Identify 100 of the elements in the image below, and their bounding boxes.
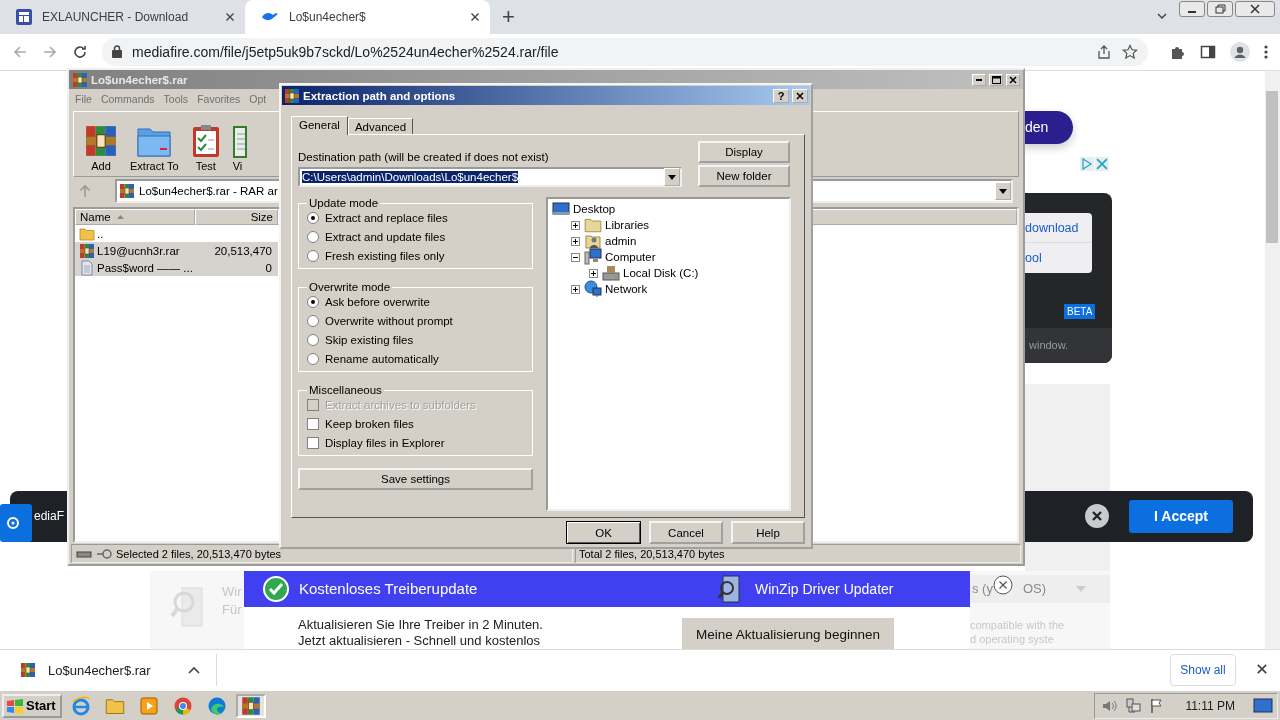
toolbar-button[interactable]: Test [190, 124, 221, 172]
close-icon[interactable] [1085, 504, 1109, 529]
radio-button[interactable] [307, 352, 319, 365]
accept-button[interactable]: I Accept [1129, 499, 1233, 533]
drive-icon [602, 264, 620, 282]
column-header[interactable]: Size [195, 209, 278, 225]
monitor-icon [552, 202, 570, 216]
download-filename[interactable]: Lo$un4echer$.rar [48, 662, 188, 678]
collapse-icon[interactable] [571, 252, 580, 262]
close-icon[interactable] [225, 12, 235, 22]
star-icon[interactable] [1122, 43, 1138, 60]
address-bar[interactable]: mediafire.com/file/j5etp5uk9b7sckd/Lo%2524un4echer%2524.rar/file [102, 37, 1148, 66]
download-button[interactable]: den [1022, 110, 1073, 144]
file-name: Pass$word —— ... [97, 261, 193, 274]
checkbox[interactable] [307, 417, 319, 430]
dropdown-arrow-icon[interactable] [999, 188, 1007, 194]
expand-icon[interactable] [571, 220, 580, 230]
network-icon[interactable] [1125, 697, 1142, 714]
archive-icon [284, 87, 300, 104]
dialog-button[interactable]: Cancel [649, 521, 723, 544]
dialog-button[interactable]: New folder [698, 165, 790, 187]
dropdown-arrow-icon[interactable] [668, 174, 676, 180]
file-row[interactable]: .. [75, 225, 278, 242]
reload-icon[interactable] [72, 43, 88, 60]
play-icon [138, 695, 159, 716]
sidebar-icon[interactable] [1200, 43, 1216, 60]
file-name: .. [97, 227, 104, 240]
toolbar-button[interactable]: Extract To [130, 124, 179, 172]
book-icon [232, 126, 247, 158]
option-label: Rename automatically [325, 352, 439, 365]
close-button[interactable] [792, 88, 808, 103]
archive-icon [119, 183, 135, 199]
tree-item[interactable]: Local Disk (C:) [623, 267, 699, 279]
radio-button[interactable] [307, 314, 319, 327]
radio-button[interactable] [307, 333, 319, 346]
close-icon[interactable] [1256, 663, 1268, 676]
toolbar-button[interactable]: Vi [232, 126, 247, 172]
settings-icon[interactable] [0, 503, 32, 542]
checkbox[interactable] [307, 436, 319, 449]
monitor-icon[interactable] [1253, 696, 1273, 715]
minimize-button[interactable] [972, 73, 986, 86]
browser-tab[interactable]: EXLAUNCHER - Download [0, 0, 245, 34]
profile-icon[interactable] [1230, 41, 1250, 62]
close-icon[interactable] [796, 91, 804, 100]
tree-item[interactable]: admin [605, 235, 637, 247]
browser-icon [70, 695, 91, 716]
toolbar-button[interactable]: Add [84, 124, 118, 172]
tree-item[interactable]: Network [605, 283, 648, 295]
dialog-button[interactable]: Display [698, 141, 790, 163]
update-button[interactable]: Meine Aktualisierung beginnen [682, 617, 894, 650]
dialog-button[interactable]: Help [731, 521, 805, 544]
tab[interactable]: General [291, 116, 348, 135]
column-header[interactable]: Name [75, 209, 195, 225]
radio-button[interactable] [307, 249, 319, 262]
dialog-button[interactable]: OK [566, 521, 641, 544]
caret-up-icon[interactable] [188, 666, 200, 675]
tab[interactable]: Advanced [347, 118, 414, 134]
close-icon[interactable] [1235, 1, 1275, 17]
new-tab-button[interactable]: + [498, 0, 519, 34]
tree-item[interactable]: Libraries [605, 219, 650, 231]
option-label: Extract and replace files [325, 211, 448, 224]
minimize-icon[interactable] [976, 78, 982, 81]
archive-icon [72, 71, 88, 88]
radio-button[interactable] [307, 230, 319, 243]
file-row[interactable]: L19@ucnh3r.rar 20,513,470 [75, 242, 278, 259]
close-icon[interactable] [470, 12, 480, 22]
expand-icon[interactable] [571, 236, 580, 246]
field-label: Destination path (will be created if does not exist) [298, 151, 550, 163]
taskbar-button[interactable] [235, 693, 266, 718]
scroll-thumb[interactable] [1266, 90, 1278, 243]
group-title: Overwrite mode [308, 281, 392, 293]
expand-icon[interactable] [589, 268, 598, 278]
minimize-icon[interactable] [1179, 1, 1205, 17]
share-icon[interactable] [1096, 43, 1112, 60]
option-label: Extract and update files [325, 230, 446, 243]
option-label: Fresh existing files only [325, 249, 445, 262]
key-icon [96, 548, 112, 559]
tree-item[interactable]: Computer [605, 251, 656, 263]
check-icon [263, 575, 289, 602]
show-all-button[interactable]: Show all [1170, 654, 1236, 687]
ad-brand: WinZip Driver Updater [755, 580, 894, 597]
file-row[interactable]: Pass$word —— ... 0 [75, 259, 278, 276]
link[interactable]: download [1025, 212, 1092, 243]
clock[interactable]: 11:11 PM [1185, 698, 1235, 713]
close-icon[interactable] [993, 574, 1013, 595]
file-size: 0 [264, 261, 273, 274]
start-button[interactable]: Start [2, 693, 62, 718]
help-button[interactable]: ? [773, 88, 789, 103]
restore-icon[interactable] [1207, 1, 1233, 17]
save-settings-button[interactable]: Save settings [298, 468, 533, 490]
radio-button[interactable] [307, 211, 319, 224]
chevron-down-icon[interactable] [1156, 10, 1168, 22]
browser-tab[interactable]: Lo$un4echer$ [245, 0, 490, 34]
expand-icon[interactable] [571, 284, 580, 294]
play-icon[interactable] [1080, 156, 1094, 171]
radio-button[interactable] [307, 295, 319, 308]
tree-item[interactable]: Desktop [573, 203, 616, 215]
archive-icon [79, 242, 95, 259]
menu-icon[interactable] [1264, 43, 1268, 60]
path-field[interactable]: C:\Users\admin\Downloads\Lo$un4echer$ [298, 167, 682, 187]
